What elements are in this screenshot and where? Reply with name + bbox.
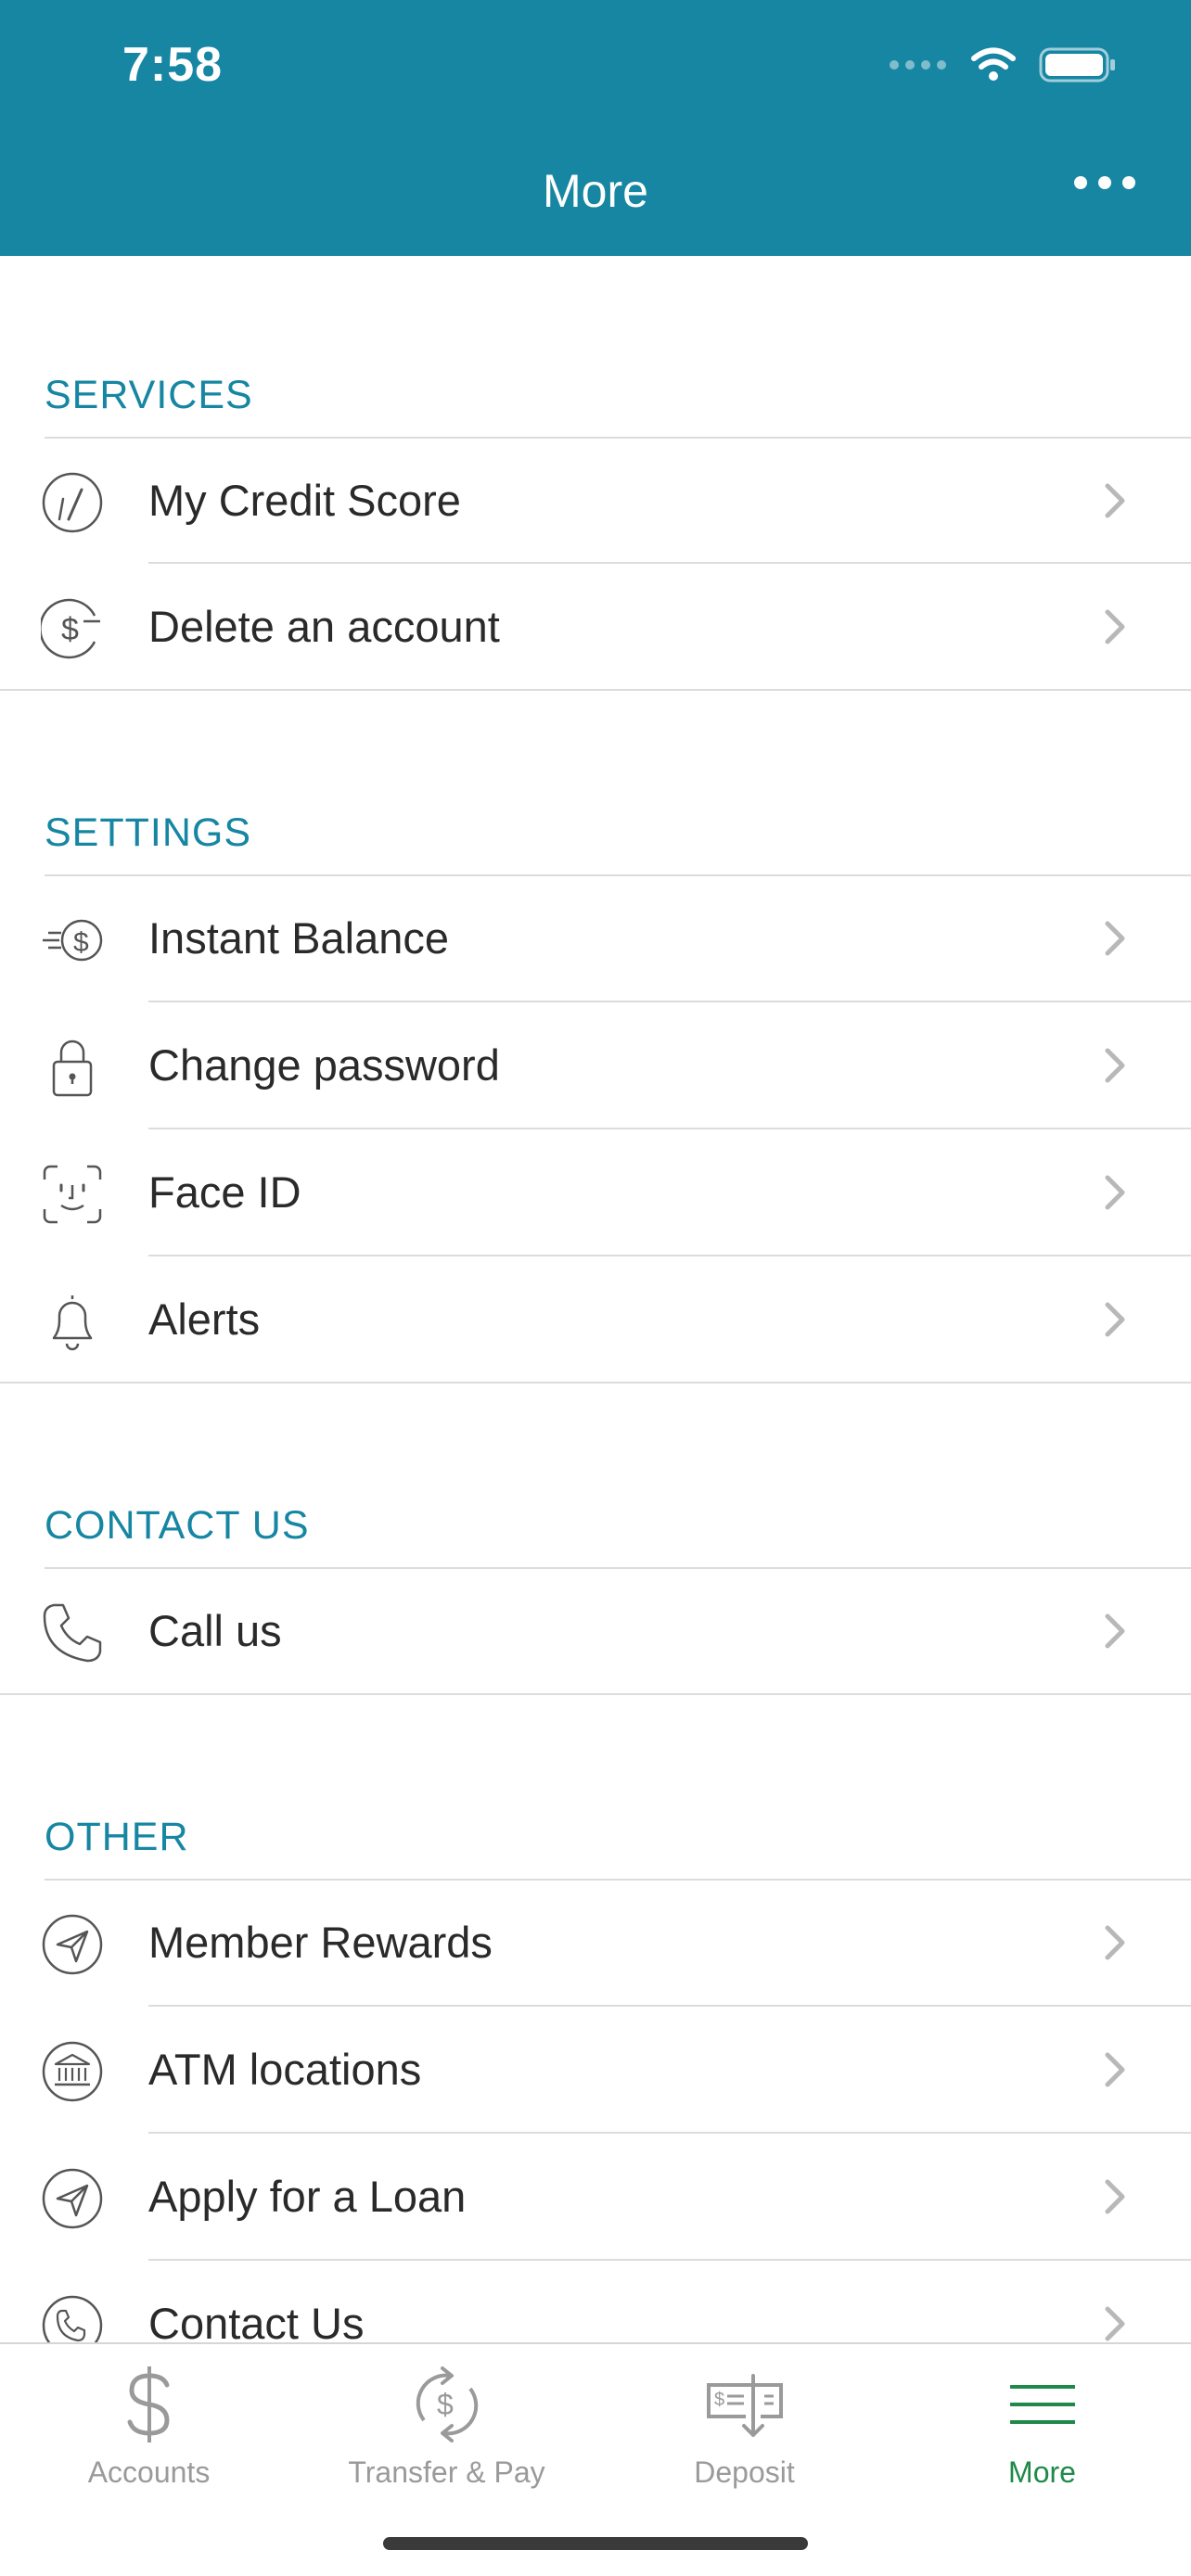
tab-label: Transfer & Pay — [348, 2455, 545, 2489]
menu-item-delete-account[interactable]: $ Delete an account — [0, 564, 1191, 690]
menu-item-label: Instant Balance — [148, 913, 449, 963]
fast-dollar-icon: $ — [43, 919, 103, 962]
tab-accounts[interactable]: Accounts — [0, 2344, 298, 2493]
section-title-contact: CONTACT US — [45, 1503, 310, 1548]
svg-text:$: $ — [61, 612, 79, 647]
more-screen: 7:58 More SERVICES My Credit Score $ Del… — [0, 0, 1191, 2576]
section-title-services: SERVICES — [45, 373, 253, 417]
menu-item-label: Apply for a Loan — [148, 2172, 467, 2221]
section-title-settings: SETTINGS — [45, 810, 252, 855]
status-icons — [890, 45, 1117, 85]
tab-more[interactable]: More — [893, 2344, 1191, 2493]
menu-icon — [1009, 2385, 1075, 2424]
signal-icon — [890, 60, 946, 70]
paper-plane-icon — [42, 1914, 103, 1975]
menu-item-apply-for-loan[interactable]: Apply for a Loan — [0, 2134, 1191, 2260]
bank-icon — [42, 2041, 103, 2102]
battery-icon — [1039, 47, 1115, 83]
chevron-right-icon — [1105, 2052, 1125, 2087]
menu-item-label: Delete an account — [148, 602, 500, 651]
status-time: 7:58 — [122, 38, 224, 92]
lock-icon — [52, 1039, 93, 1097]
menu-item-change-password[interactable]: Change password — [0, 1002, 1191, 1129]
menu-item-face-id[interactable]: Face ID — [0, 1129, 1191, 1256]
tab-label: More — [1008, 2455, 1076, 2489]
menu-item-label: ATM locations — [148, 2045, 422, 2094]
menu-item-label: My Credit Score — [148, 476, 461, 525]
menu-item-atm-locations[interactable]: ATM locations — [0, 2007, 1191, 2133]
page-title: More — [543, 165, 648, 217]
menu-item-contact-us[interactable]: Contact Us — [0, 2261, 1191, 2342]
chevron-right-icon — [1105, 921, 1125, 956]
menu-item-label: Call us — [148, 1606, 282, 1655]
face-id-icon — [43, 1165, 102, 1224]
chevron-right-icon — [1105, 2179, 1125, 2214]
settings-list: SERVICES My Credit Score $ Delete an acc… — [0, 256, 1191, 2342]
paper-plane-icon — [42, 2168, 103, 2229]
wifi-icon — [971, 47, 1016, 81]
chevron-right-icon — [1105, 1613, 1125, 1649]
menu-item-instant-balance[interactable]: $ Instant Balance — [0, 875, 1191, 1001]
home-indicator — [383, 2537, 808, 2550]
menu-item-label: Change password — [148, 1040, 500, 1090]
more-options-icon[interactable] — [1074, 176, 1135, 189]
tab-deposit[interactable]: $ Deposit — [596, 2344, 893, 2493]
chevron-right-icon — [1105, 1175, 1125, 1210]
phone-circle-icon — [42, 2295, 103, 2342]
chevron-right-icon — [1105, 1925, 1125, 1960]
bell-icon — [52, 1295, 93, 1351]
chevron-right-icon — [1105, 483, 1125, 518]
menu-item-label: Member Rewards — [148, 1918, 493, 1967]
menu-item-call-us[interactable]: Call us — [0, 1568, 1191, 1694]
menu-item-alerts[interactable]: Alerts — [0, 1256, 1191, 1383]
svg-text:$: $ — [73, 927, 89, 958]
chevron-right-icon — [1105, 609, 1125, 644]
tab-transfer-pay[interactable]: $ Transfer & Pay — [298, 2344, 596, 2493]
menu-item-label: Alerts — [148, 1294, 261, 1344]
menu-item-my-credit-score[interactable]: My Credit Score — [0, 438, 1191, 564]
dollar-icon — [127, 2366, 170, 2442]
phone-icon — [43, 1603, 102, 1663]
menu-item-member-rewards[interactable]: Member Rewards — [0, 1880, 1191, 2006]
tab-label: Deposit — [694, 2455, 795, 2489]
menu-item-label: Contact Us — [148, 2299, 365, 2342]
section-title-other: OTHER — [45, 1815, 189, 1859]
chevron-right-icon — [1105, 1302, 1125, 1337]
transfer-icon: $ — [416, 2366, 478, 2442]
tab-label: Accounts — [87, 2455, 211, 2489]
chevron-right-icon — [1105, 2306, 1125, 2341]
chevron-right-icon — [1105, 1048, 1125, 1083]
check-deposit-icon: $ — [706, 2374, 783, 2437]
menu-item-label: Face ID — [148, 1167, 301, 1217]
header: 7:58 More — [0, 0, 1191, 256]
svg-text:$: $ — [714, 2390, 724, 2410]
svg-text:$: $ — [437, 2388, 454, 2421]
dollar-minus-icon: $ — [41, 598, 100, 659]
gauge-icon — [42, 472, 103, 533]
